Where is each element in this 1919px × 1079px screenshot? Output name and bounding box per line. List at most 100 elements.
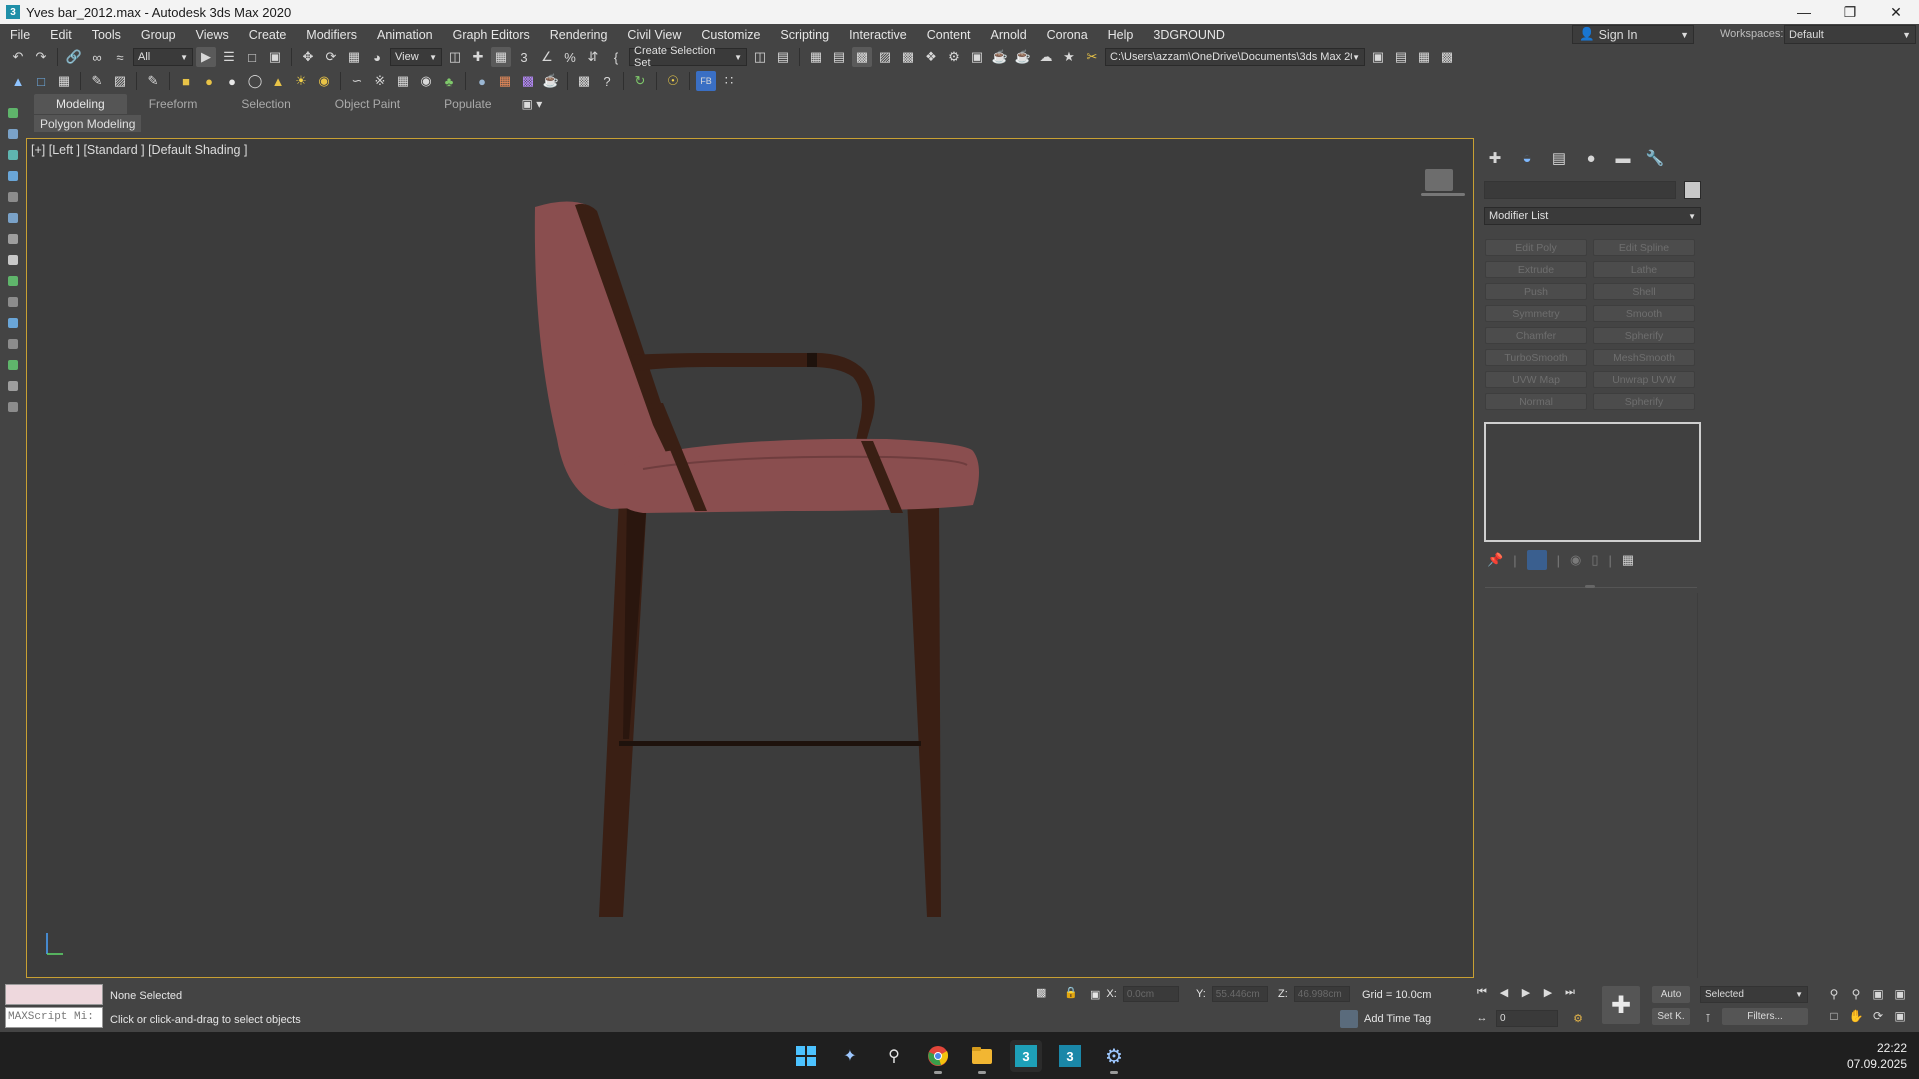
- resize-handle[interactable]: [1585, 585, 1595, 588]
- ribbon-panel-polygon-modeling[interactable]: Polygon Modeling: [34, 115, 142, 132]
- render-arnold-icon[interactable]: ★: [1059, 47, 1079, 67]
- menu-scripting[interactable]: Scripting: [770, 28, 839, 42]
- chrome-icon[interactable]: [922, 1040, 954, 1074]
- select-move-icon[interactable]: ✥: [298, 47, 318, 67]
- render-teapot-icon[interactable]: ☕: [541, 71, 561, 91]
- search-icon[interactable]: ⚲: [878, 1040, 910, 1072]
- paint-selection-icon[interactable]: ✎: [87, 71, 107, 91]
- lathe-button[interactable]: Lathe: [1593, 261, 1695, 278]
- previous-frame-icon[interactable]: ◀: [1496, 984, 1512, 1000]
- menu-civil-view[interactable]: Civil View: [617, 28, 691, 42]
- utilities-icon[interactable]: 🔧: [1645, 148, 1665, 168]
- cone-icon[interactable]: ▲: [268, 71, 288, 91]
- filter-icon[interactable]: [8, 171, 18, 181]
- box-icon[interactable]: ■: [176, 71, 196, 91]
- sphere-icon[interactable]: ●: [199, 71, 219, 91]
- time-configuration-icon[interactable]: ⚙: [1570, 1010, 1586, 1026]
- viewport-left[interactable]: [+] [Left ] [Standard ] [Default Shading…: [26, 138, 1474, 978]
- menu-interactive[interactable]: Interactive: [839, 28, 917, 42]
- menu-file[interactable]: File: [0, 28, 40, 42]
- fb-icon[interactable]: FB: [696, 71, 716, 91]
- edit-named-selection-icon[interactable]: {: [606, 47, 626, 67]
- menu-rendering[interactable]: Rendering: [540, 28, 618, 42]
- symmetry-button[interactable]: Symmetry: [1485, 305, 1587, 322]
- cylinder-icon[interactable]: ◯: [245, 71, 265, 91]
- toggle-ribbon-icon[interactable]: ▩: [852, 47, 872, 67]
- go-to-end-icon[interactable]: ⏭: [1562, 984, 1578, 1000]
- reference-coordinate-select[interactable]: View ▼: [390, 48, 442, 66]
- layer-explorer-icon[interactable]: ▤: [829, 47, 849, 67]
- hierarchy-icon[interactable]: ▤: [1549, 148, 1569, 168]
- smooth-button[interactable]: Smooth: [1593, 305, 1695, 322]
- compound-icon[interactable]: ▦: [393, 71, 413, 91]
- motion-icon[interactable]: ●: [1581, 148, 1601, 168]
- turbosmooth-button[interactable]: TurboSmooth: [1485, 349, 1587, 366]
- normal-button[interactable]: Normal: [1485, 393, 1587, 410]
- maximize-viewport-icon[interactable]: ▣: [1892, 1008, 1908, 1024]
- sign-in-button[interactable]: 👤 Sign In ▼: [1572, 25, 1694, 44]
- grid-icon[interactable]: ▦: [54, 71, 74, 91]
- uvw-map-button[interactable]: UVW Map: [1485, 371, 1587, 388]
- tab-object-paint[interactable]: Object Paint: [313, 94, 422, 114]
- pivot-center-icon[interactable]: ◫: [445, 47, 465, 67]
- scene-explorer-tab-icon[interactable]: [8, 129, 18, 139]
- object-color-swatch[interactable]: [1684, 181, 1701, 199]
- tab-freeform[interactable]: Freeform: [127, 94, 220, 114]
- windows-start-icon[interactable]: [790, 1040, 822, 1072]
- save-project-icon[interactable]: ▤: [1391, 47, 1411, 67]
- menu-views[interactable]: Views: [186, 28, 239, 42]
- curve-editor-icon[interactable]: ▨: [875, 47, 895, 67]
- time-config-icon[interactable]: ↔: [1474, 1010, 1490, 1026]
- ruler-icon[interactable]: [8, 297, 18, 307]
- menu-animation[interactable]: Animation: [367, 28, 443, 42]
- remove-modifier-icon[interactable]: ▯: [1591, 552, 1598, 568]
- particle-icon[interactable]: ※: [370, 71, 390, 91]
- workspace-select[interactable]: Default ▼: [1784, 25, 1916, 44]
- tab-modeling[interactable]: Modeling: [34, 94, 127, 114]
- system-clock[interactable]: 22:22 07.09.2025: [1847, 1040, 1907, 1072]
- project-folder-icon[interactable]: ▦: [1414, 47, 1434, 67]
- menu-arnold[interactable]: Arnold: [981, 28, 1037, 42]
- undo-icon[interactable]: ↶: [8, 47, 28, 67]
- isolate-selection-icon[interactable]: ▩: [1036, 986, 1046, 999]
- menu-group[interactable]: Group: [131, 28, 186, 42]
- expand-icon[interactable]: [8, 402, 18, 412]
- settings-icon[interactable]: ⚙: [1098, 1040, 1130, 1074]
- teapot-icon[interactable]: [8, 318, 18, 328]
- rendered-frame-window-icon[interactable]: ▣: [967, 47, 987, 67]
- feather-app-icon[interactable]: ✦: [834, 1040, 866, 1072]
- circle-icon[interactable]: [8, 255, 18, 265]
- bone-icon[interactable]: [8, 339, 18, 349]
- transform-icon[interactable]: □: [31, 71, 51, 91]
- material-editor-icon[interactable]: ❖: [921, 47, 941, 67]
- container-icon[interactable]: [8, 234, 18, 244]
- go-to-start-icon[interactable]: ⏮: [1474, 984, 1490, 1000]
- auto-key-button[interactable]: Auto: [1652, 986, 1690, 1003]
- rectangular-selection-icon[interactable]: □: [242, 47, 262, 67]
- make-unique-icon[interactable]: ◉: [1570, 552, 1581, 568]
- schematic-view-icon[interactable]: ▩: [898, 47, 918, 67]
- angle-snap-icon[interactable]: ∠: [537, 47, 557, 67]
- zoom-extents-icon[interactable]: ▣: [1870, 986, 1886, 1002]
- select-rotate-icon[interactable]: ⟳: [321, 47, 341, 67]
- object-name-field[interactable]: [1484, 181, 1676, 199]
- select-place-icon[interactable]: ◕: [367, 47, 387, 67]
- percent-snap-icon[interactable]: %: [560, 47, 580, 67]
- slate-editor-icon[interactable]: ▩: [518, 71, 538, 91]
- leaf-icon[interactable]: [8, 360, 18, 370]
- project-settings-icon[interactable]: ▩: [1437, 47, 1457, 67]
- x-coordinate-field[interactable]: 0.0cm: [1122, 986, 1179, 1002]
- key-filters-button[interactable]: Filters...: [1722, 1008, 1808, 1025]
- selection-filter-select[interactable]: All ▼: [133, 48, 193, 66]
- key-filter-select[interactable]: Selected ▼: [1700, 986, 1808, 1003]
- spline-icon[interactable]: ∽: [347, 71, 367, 91]
- menu-help[interactable]: Help: [1098, 28, 1144, 42]
- lightbulb-icon[interactable]: ☉: [663, 71, 683, 91]
- dots-grid-icon[interactable]: ∷: [719, 71, 739, 91]
- modifier-stack[interactable]: [1484, 422, 1701, 542]
- zoom-extents-all-icon[interactable]: ▣: [1892, 986, 1908, 1002]
- refresh-icon[interactable]: ↻: [630, 71, 650, 91]
- scene-explorer-icon[interactable]: ▦: [806, 47, 826, 67]
- window-crossing-icon[interactable]: ▣: [265, 47, 285, 67]
- maxscript-input[interactable]: MAXScript Mi:: [5, 1007, 103, 1028]
